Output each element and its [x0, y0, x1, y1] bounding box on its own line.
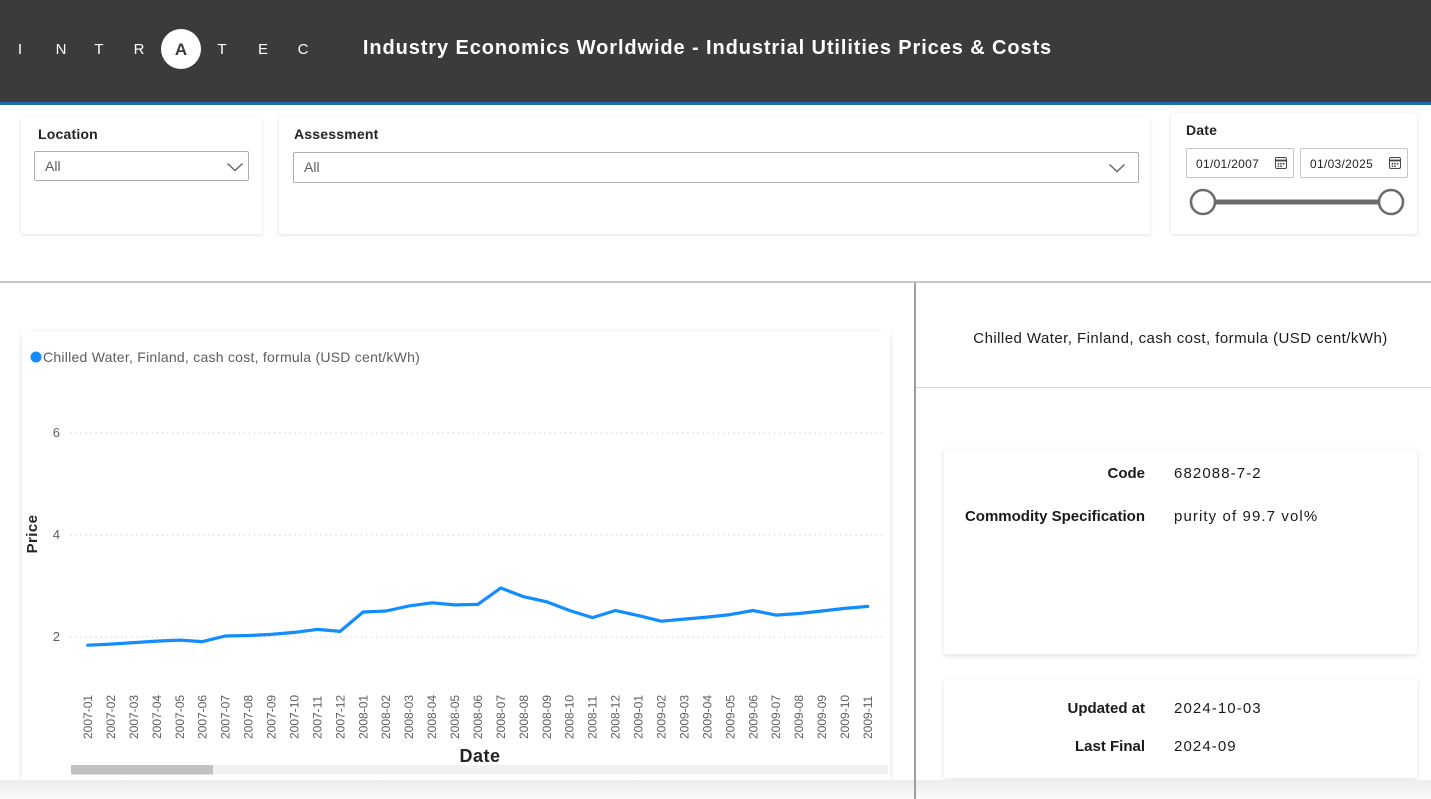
svg-text:2008-04: 2008-04 [425, 695, 439, 739]
svg-text:2007-12: 2007-12 [333, 695, 347, 739]
svg-text:Date: Date [459, 746, 500, 766]
svg-text:6: 6 [53, 425, 60, 440]
svg-text:2008-01: 2008-01 [356, 695, 370, 739]
svg-text:2008-11: 2008-11 [586, 696, 600, 739]
svg-text:2009-01: 2009-01 [632, 695, 646, 739]
svg-text:Chilled Water, Finland, cash c: Chilled Water, Finland, cash cost, formu… [43, 349, 420, 365]
svg-text:2008-08: 2008-08 [517, 695, 531, 739]
svg-text:2007-08: 2007-08 [242, 695, 256, 739]
svg-text:2009-02: 2009-02 [655, 695, 669, 739]
svg-text:2009-09: 2009-09 [815, 695, 829, 739]
svg-text:2007-11: 2007-11 [310, 696, 324, 739]
svg-text:2008-09: 2008-09 [540, 695, 554, 739]
svg-text:2008-02: 2008-02 [379, 695, 393, 739]
svg-text:2007-06: 2007-06 [196, 695, 210, 739]
svg-text:2008-12: 2008-12 [609, 695, 623, 739]
svg-text:2007-01: 2007-01 [81, 695, 95, 739]
svg-text:2009-08: 2009-08 [792, 695, 806, 739]
svg-text:2008-10: 2008-10 [563, 695, 577, 739]
svg-text:2009-03: 2009-03 [677, 695, 691, 739]
svg-text:2007-09: 2007-09 [265, 695, 279, 739]
svg-text:2009-10: 2009-10 [838, 695, 852, 739]
svg-text:2007-04: 2007-04 [150, 695, 164, 739]
svg-text:2009-06: 2009-06 [746, 695, 760, 739]
svg-text:2008-03: 2008-03 [402, 695, 416, 739]
svg-text:2009-11: 2009-11 [861, 696, 875, 739]
svg-text:2009-04: 2009-04 [700, 695, 714, 739]
svg-text:2008-07: 2008-07 [494, 695, 508, 739]
svg-text:2008-05: 2008-05 [448, 695, 462, 739]
svg-text:2: 2 [53, 629, 60, 644]
svg-text:Price: Price [24, 515, 41, 554]
svg-text:2007-07: 2007-07 [219, 695, 233, 739]
svg-text:2008-06: 2008-06 [471, 695, 485, 739]
svg-text:2009-05: 2009-05 [723, 695, 737, 739]
svg-text:2009-07: 2009-07 [769, 695, 783, 739]
svg-text:2007-03: 2007-03 [127, 695, 141, 739]
svg-text:2007-02: 2007-02 [104, 695, 118, 739]
svg-text:2007-10: 2007-10 [288, 695, 302, 739]
svg-text:4: 4 [53, 527, 60, 542]
svg-text:2007-05: 2007-05 [173, 695, 187, 739]
